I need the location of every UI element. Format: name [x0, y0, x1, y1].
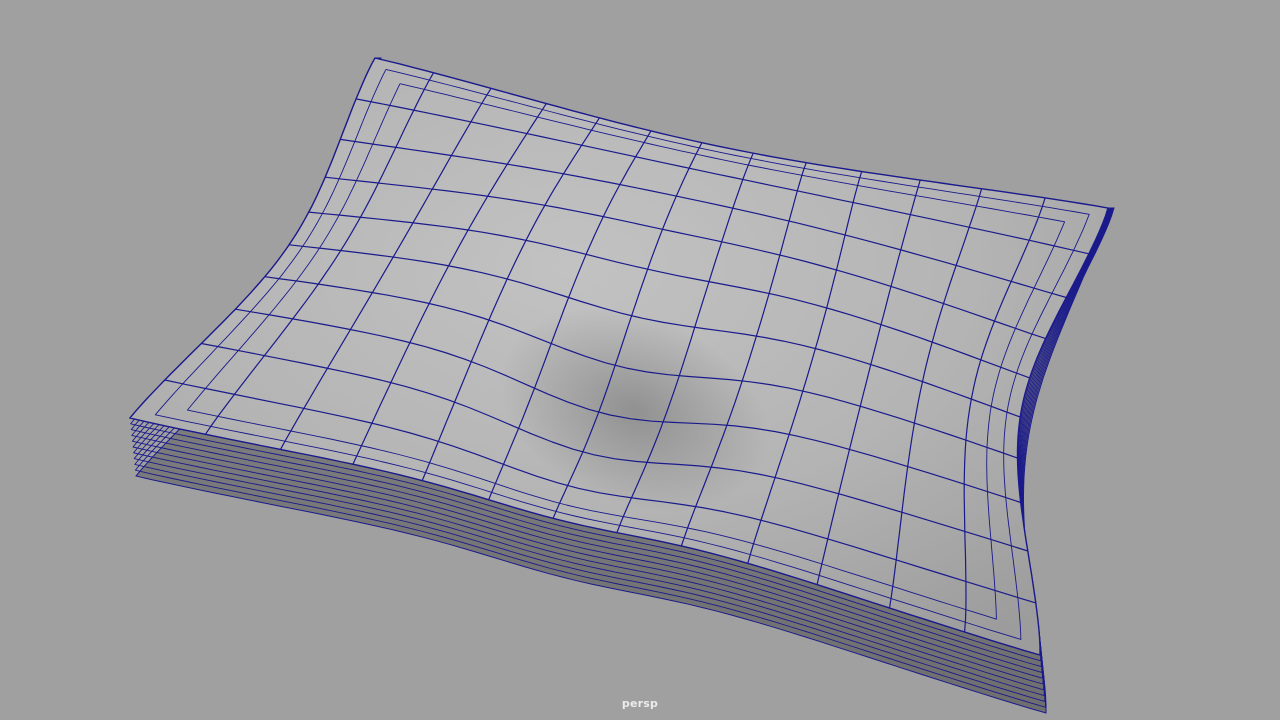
pillow-mesh[interactable]: [128, 57, 1115, 714]
camera-name-label: persp: [621, 697, 659, 710]
scene-canvas[interactable]: [0, 0, 1280, 720]
perspective-viewport[interactable]: persp: [0, 0, 1280, 720]
